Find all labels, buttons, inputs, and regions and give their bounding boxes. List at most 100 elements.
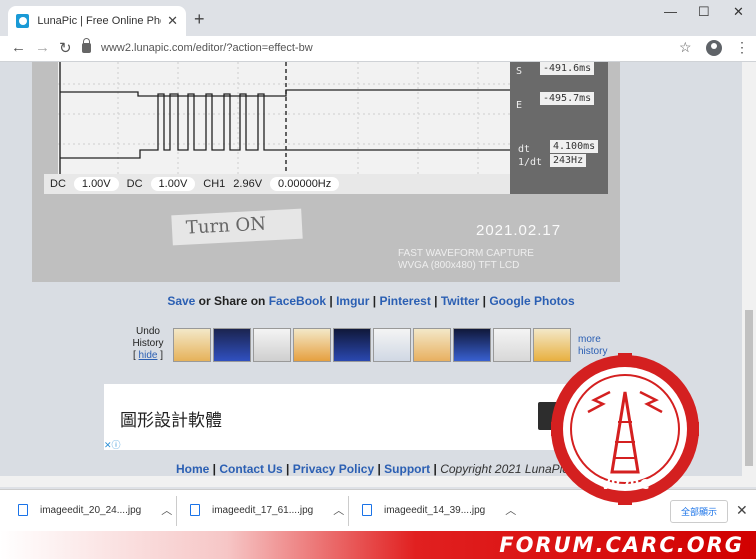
hide-history-link[interactable]: hide (139, 350, 158, 361)
cursor-readout-panel: S -491.6ms E -495.7ms dt 4.100ms 1/dt 24… (510, 62, 608, 194)
download-filename: imageedit_17_61....jpg (212, 504, 314, 516)
oscilloscope-screen (58, 62, 538, 174)
ch2-coupling: DC (126, 178, 143, 190)
support-link[interactable]: Support (384, 462, 430, 476)
pinterest-link[interactable]: Pinterest (379, 294, 430, 308)
share-or-text: or Share on (195, 294, 269, 308)
window-close-button[interactable]: ✕ (733, 4, 744, 20)
contact-link[interactable]: Contact Us (219, 462, 282, 476)
separator: | (479, 294, 490, 308)
divider (348, 496, 349, 526)
history-text: History (132, 338, 164, 349)
save-link[interactable]: Save (167, 294, 195, 308)
facebook-link[interactable]: FaceBook (269, 294, 326, 308)
separator: | (430, 462, 441, 476)
scrollbar-thumb[interactable] (745, 310, 753, 466)
trigger-source: CH1 (203, 178, 226, 190)
delta-t-label: dt (518, 144, 531, 155)
reload-button[interactable]: ↻ (59, 39, 72, 57)
history-thumbnail[interactable] (373, 328, 411, 362)
frequency-readout: 0.00000Hz (270, 177, 340, 191)
chevron-up-icon[interactable]: ︿ (505, 502, 516, 518)
vertical-scrollbar[interactable] (742, 62, 756, 487)
ad-choices-icon[interactable]: ✕ⓘ (104, 438, 121, 451)
inverse-dt-label: 1/dt (518, 157, 543, 168)
browser-tab[interactable]: LunaPic | Free Online Photo Ed ✕ (8, 6, 186, 36)
separator: | (326, 294, 337, 308)
delta-t-value: 4.100ms (550, 140, 599, 153)
profile-avatar-icon[interactable] (706, 40, 722, 56)
separator: | (374, 462, 385, 476)
separator: | (369, 294, 380, 308)
undo-thumbnails (173, 328, 571, 362)
download-item[interactable]: imageedit_14_39....jpg ︿ (362, 502, 516, 518)
chevron-up-icon[interactable]: ︿ (161, 502, 172, 518)
start-cursor-value: -491.6ms (540, 62, 595, 75)
club-seal-logo: VR2RC (551, 353, 699, 505)
start-cursor-label: S (516, 66, 523, 77)
history-thumbnail[interactable] (413, 328, 451, 362)
hide-wrapper: [ hide ] (132, 350, 164, 361)
tab-title: LunaPic | Free Online Photo Ed (37, 15, 161, 27)
home-link[interactable]: Home (176, 462, 209, 476)
inverse-dt-value: 243Hz (550, 154, 587, 167)
divider (176, 496, 177, 526)
more-text: more (578, 334, 601, 345)
share-bar: Save or Share on FaceBook | Imgur | Pint… (0, 294, 742, 308)
bookmark-star-icon[interactable]: ☆ (679, 39, 692, 56)
separator: | (282, 462, 293, 476)
caption-line-1: FAST WAVEFORM CAPTURE (398, 248, 534, 259)
maximize-button[interactable]: ☐ (698, 4, 710, 20)
privacy-link[interactable]: Privacy Policy (293, 462, 374, 476)
end-cursor-label: E (516, 100, 523, 111)
end-cursor-value: -495.7ms (540, 92, 595, 105)
separator: | (209, 462, 220, 476)
menu-icon[interactable]: ⋮ (735, 39, 749, 56)
imgur-link[interactable]: Imgur (336, 294, 369, 308)
history-thumbnail[interactable] (333, 328, 371, 362)
download-item[interactable]: imageedit_17_61....jpg ︿ (190, 502, 344, 518)
history-thumbnail[interactable] (173, 328, 211, 362)
back-button[interactable]: ← (11, 39, 26, 56)
handwritten-label: Turn ON (171, 208, 303, 246)
download-item[interactable]: imageedit_20_24....jpg ︿ (18, 502, 172, 518)
scope-status-row: DC 1.00V DC 1.00V CH1 2.96V 0.00000Hz (44, 174, 510, 194)
download-filename: imageedit_20_24....jpg (40, 504, 142, 516)
undo-history-label: Undo History [ hide ] (128, 326, 168, 362)
twitter-link[interactable]: Twitter (441, 294, 479, 308)
watermark-text: FORUM.CARC.ORG (499, 533, 744, 557)
history-thumbnail[interactable] (453, 328, 491, 362)
ch1-coupling: DC (50, 178, 66, 190)
browser-toolbar: ← → ↻ www2.lunapic.com/editor/?action=ef… (0, 36, 756, 62)
edited-photo[interactable]: S -491.6ms E -495.7ms dt 4.100ms 1/dt 24… (32, 62, 620, 282)
download-filename: imageedit_14_39....jpg (384, 504, 486, 516)
history-thumbnail[interactable] (493, 328, 531, 362)
seal-code-text: VR2RC (601, 478, 650, 493)
device-caption: FAST WAVEFORM CAPTURE WVGA (800x480) TFT… (398, 248, 534, 272)
history-thumbnail[interactable] (213, 328, 251, 362)
shelf-close-icon[interactable]: ✕ (736, 502, 748, 519)
trigger-level: 2.96V (233, 178, 263, 190)
waveform-graphic (58, 62, 538, 174)
caption-line-2: WVGA (800x480) TFT LCD (398, 260, 520, 271)
forward-button[interactable]: → (35, 39, 50, 56)
chevron-up-icon[interactable]: ︿ (333, 502, 344, 518)
file-icon (362, 504, 372, 516)
address-bar[interactable]: www2.lunapic.com/editor/?action=effect-b… (82, 36, 672, 60)
watermark-banner: FORUM.CARC.ORG (0, 531, 756, 559)
tab-strip: LunaPic | Free Online Photo Ed ✕ + — ☐ ✕ (0, 0, 756, 36)
ad-text: 圖形設計軟體 (120, 411, 222, 430)
history-thumbnail[interactable] (253, 328, 291, 362)
undo-text: Undo (136, 326, 160, 337)
history-thumbnail[interactable] (293, 328, 331, 362)
ch2-volts: 1.00V (150, 177, 196, 191)
new-tab-button[interactable]: + (194, 9, 205, 30)
url-text: www2.lunapic.com/editor/?action=effect-b… (101, 42, 313, 54)
photo-date: 2021.02.17 (476, 222, 562, 239)
separator: | (430, 294, 441, 308)
lunapic-favicon-icon (16, 14, 30, 28)
file-icon (190, 504, 200, 516)
google-photos-link[interactable]: Google Photos (489, 294, 574, 308)
tab-close-icon[interactable]: ✕ (167, 13, 178, 29)
minimize-button[interactable]: — (664, 4, 677, 19)
